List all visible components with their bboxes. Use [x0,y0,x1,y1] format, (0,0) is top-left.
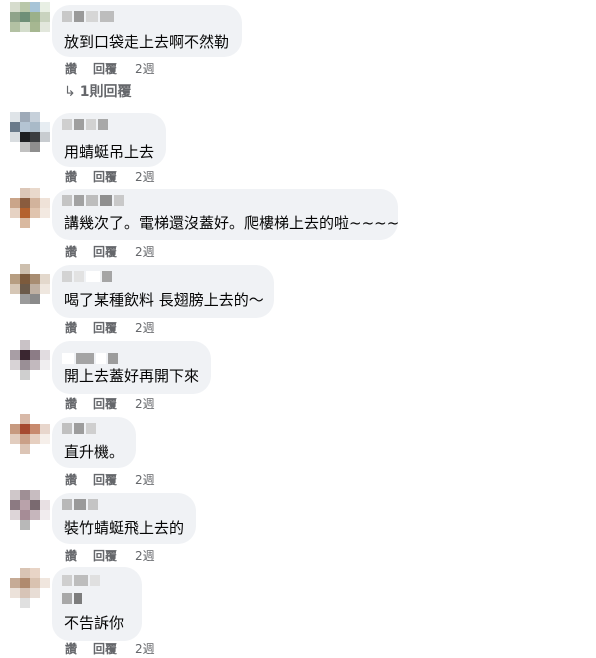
comment-text: 不告訴你 [64,614,125,632]
reply-button[interactable]: 回覆 [93,320,135,336]
comment-bubble: 裝竹蜻蜓飛上去的 [52,493,196,544]
timestamp[interactable]: 2週 [135,472,155,488]
comment-actions: 讚 回覆 2週 [65,396,155,412]
timestamp[interactable]: 2週 [135,244,155,260]
reply-button[interactable]: 回覆 [93,61,135,77]
avatar[interactable] [10,490,50,530]
comment-bubble: 直升機。 [52,417,136,468]
avatar[interactable] [10,188,50,228]
timestamp[interactable]: 2週 [135,320,155,336]
comment-text: 裝竹蜻蜓飛上去的 [64,519,185,537]
like-button[interactable]: 讚 [65,396,93,412]
author-name-blurred[interactable] [62,195,126,209]
comment-bubble: 喝了某種飲料 長翅膀上去的～ [52,265,274,318]
author-name-blurred[interactable] [62,353,120,367]
author-name-blurred[interactable] [62,575,102,589]
comment-text: 直升機。 [64,443,125,461]
comment-bubble: 放到口袋走上去啊不然勒 [52,5,242,57]
like-button[interactable]: 讚 [65,244,93,260]
comment-text: 喝了某種飲料 長翅膀上去的～ [64,291,264,309]
reply-button[interactable]: 回覆 [93,472,135,488]
comment-actions: 讚 回覆 2週 [65,244,155,260]
avatar[interactable] [10,414,50,454]
comment-actions: 讚 回覆 2週 [65,320,155,336]
comment-bubble: 不告訴你 [52,567,142,641]
like-button[interactable]: 讚 [65,641,93,657]
timestamp[interactable]: 2週 [135,641,155,657]
view-replies-link[interactable]: ↳ 1則回覆 [64,83,131,101]
reply-button[interactable]: 回覆 [93,396,135,412]
reply-button[interactable]: 回覆 [93,548,135,564]
comment-bubble: 用蜻蜓吊上去 [52,113,166,167]
author-name-blurred[interactable] [62,119,110,133]
comment-text: 放到口袋走上去啊不然勒 [64,33,230,51]
comment-bubble: 開上去蓋好再開下來 [52,341,211,394]
reply-arrow-icon: ↳ [64,84,76,100]
avatar[interactable] [10,340,50,380]
author-name-blurred[interactable] [62,499,100,513]
timestamp[interactable]: 2週 [135,61,155,77]
timestamp[interactable]: 2週 [135,548,155,564]
reply-button[interactable]: 回覆 [93,169,135,185]
avatar[interactable] [10,568,50,608]
comment-bubble: 講幾次了。電梯還沒蓋好。爬樓梯上去的啦~~~~ [52,189,400,240]
like-button[interactable]: 讚 [65,169,93,185]
view-replies-label: 1則回覆 [79,84,132,100]
comment-actions: 讚 回覆 2週 [65,472,155,488]
like-button[interactable]: 讚 [65,61,93,77]
author-name-blurred[interactable] [62,271,114,285]
avatar[interactable] [10,264,50,304]
like-button[interactable]: 讚 [65,320,93,336]
like-button[interactable]: 讚 [65,548,93,564]
reply-button[interactable]: 回覆 [93,244,135,260]
author-name-blurred-line2[interactable] [62,593,84,607]
comment-text: 講幾次了。電梯還沒蓋好。爬樓梯上去的啦~~~~ [64,214,400,232]
reply-button[interactable]: 回覆 [93,641,135,657]
avatar[interactable] [10,2,50,42]
comment-actions: 讚 回覆 2週 [65,548,155,564]
author-name-blurred[interactable] [62,423,98,437]
like-button[interactable]: 讚 [65,472,93,488]
comment-text: 開上去蓋好再開下來 [64,367,200,385]
avatar[interactable] [10,112,50,152]
comment-actions: 讚 回覆 2週 [65,169,155,185]
comment-text: 用蜻蜓吊上去 [64,143,155,161]
timestamp[interactable]: 2週 [135,396,155,412]
timestamp[interactable]: 2週 [135,169,155,185]
comment-actions: 讚 回覆 2週 [65,641,155,657]
comment-actions: 讚 回覆 2週 [65,61,155,77]
author-name-blurred[interactable] [62,11,116,25]
